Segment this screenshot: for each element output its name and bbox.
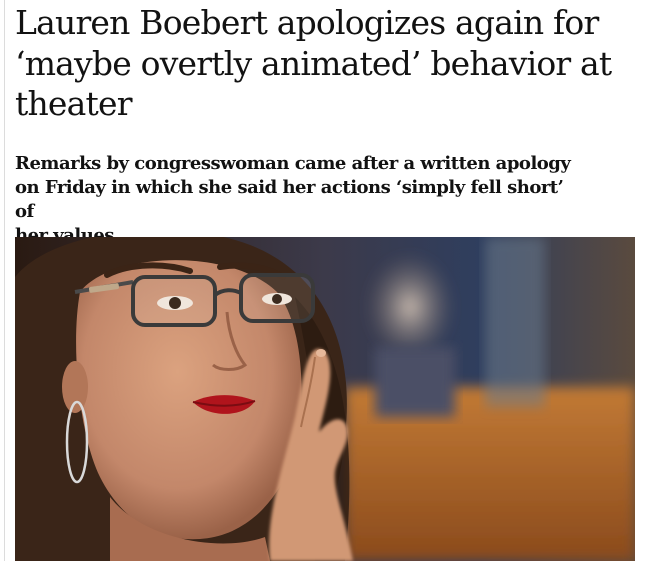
article: Lauren Boebert apologizes again for ‘may… <box>15 0 635 561</box>
headline-line-2: ‘maybe overtly animated’ behavior at <box>15 43 612 83</box>
standfirst-line-1: Remarks by congresswoman came after a wr… <box>15 153 571 174</box>
headline-line-1: Lauren Boebert apologizes again for <box>15 3 599 42</box>
headline[interactable]: Lauren Boebert apologizes again for ‘may… <box>15 0 635 125</box>
left-divider <box>4 0 5 561</box>
photo-illustration <box>15 237 635 561</box>
standfirst: Remarks by congresswoman came after a wr… <box>15 152 575 248</box>
headline-line-3: theater <box>15 84 132 123</box>
standfirst-line-2: on Friday in which she said her actions … <box>15 177 564 222</box>
article-main-photo[interactable] <box>15 237 635 561</box>
